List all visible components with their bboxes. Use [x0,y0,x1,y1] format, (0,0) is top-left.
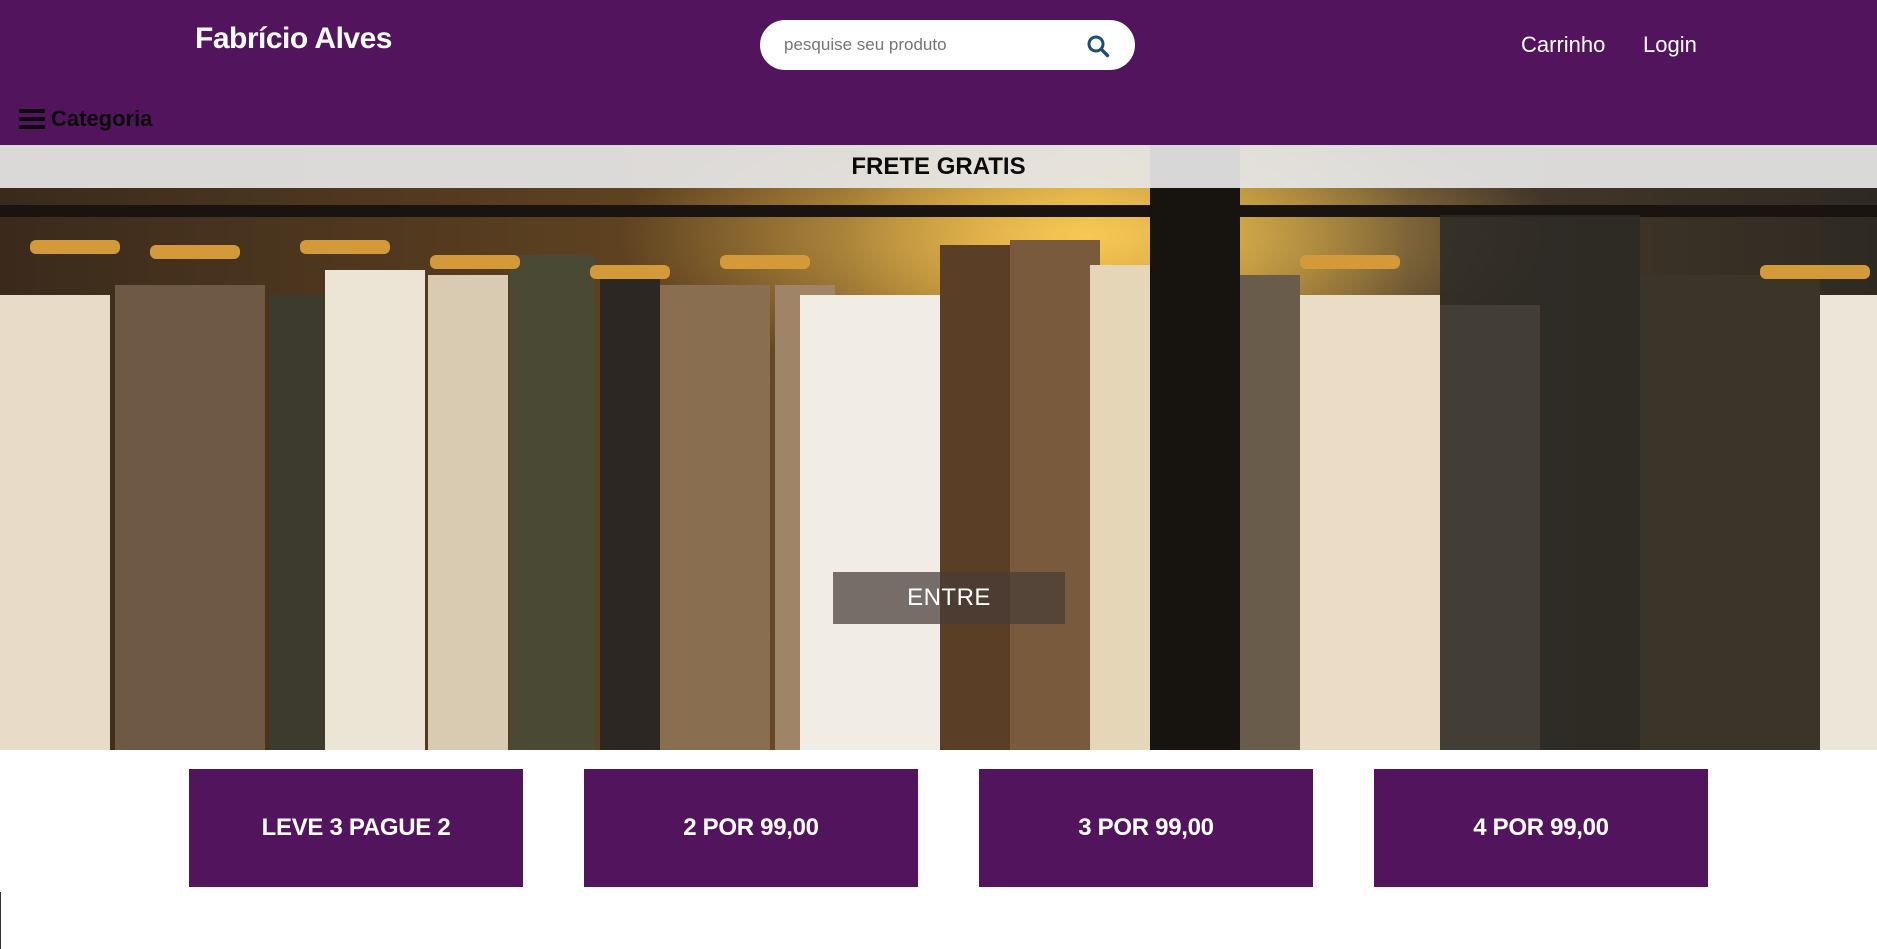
free-shipping-banner: FRETE GRATIS [0,145,1877,188]
login-link[interactable]: Login [1643,32,1697,58]
search-bar [760,20,1135,70]
search-input[interactable] [784,20,1084,70]
offer-card-leve-3-pague-2[interactable]: LEVE 3 PAGUE 2 [189,769,523,887]
offer-card-3-por-99[interactable]: 3 POR 99,00 [979,769,1313,887]
site-header: Fabrício Alves Carrinho Login Categoria [0,0,1877,145]
clothing-rack-hero-image [0,145,1877,750]
search-icon [1087,35,1110,58]
cart-link[interactable]: Carrinho [1521,32,1605,58]
offers-section: LEVE 3 PAGUE 2 2 POR 99,00 3 POR 99,00 4… [0,750,1877,949]
brand-logo-text[interactable]: Fabrício Alves [195,22,392,56]
search-button[interactable] [1082,30,1114,62]
offer-card-2-por-99[interactable]: 2 POR 99,00 [584,769,918,887]
promo-banner-text: FRETE GRATIS [851,152,1026,180]
offer-card-4-por-99[interactable]: 4 POR 99,00 [1374,769,1708,887]
enter-button[interactable]: ENTRE [833,572,1065,624]
page-edge-divider [0,892,1,949]
category-menu-toggle[interactable]: Categoria [19,104,152,134]
hero-section: FRETE GRATIS ENTRE [0,145,1877,750]
category-label: Categoria [51,106,153,131]
hamburger-menu-icon [19,109,45,129]
